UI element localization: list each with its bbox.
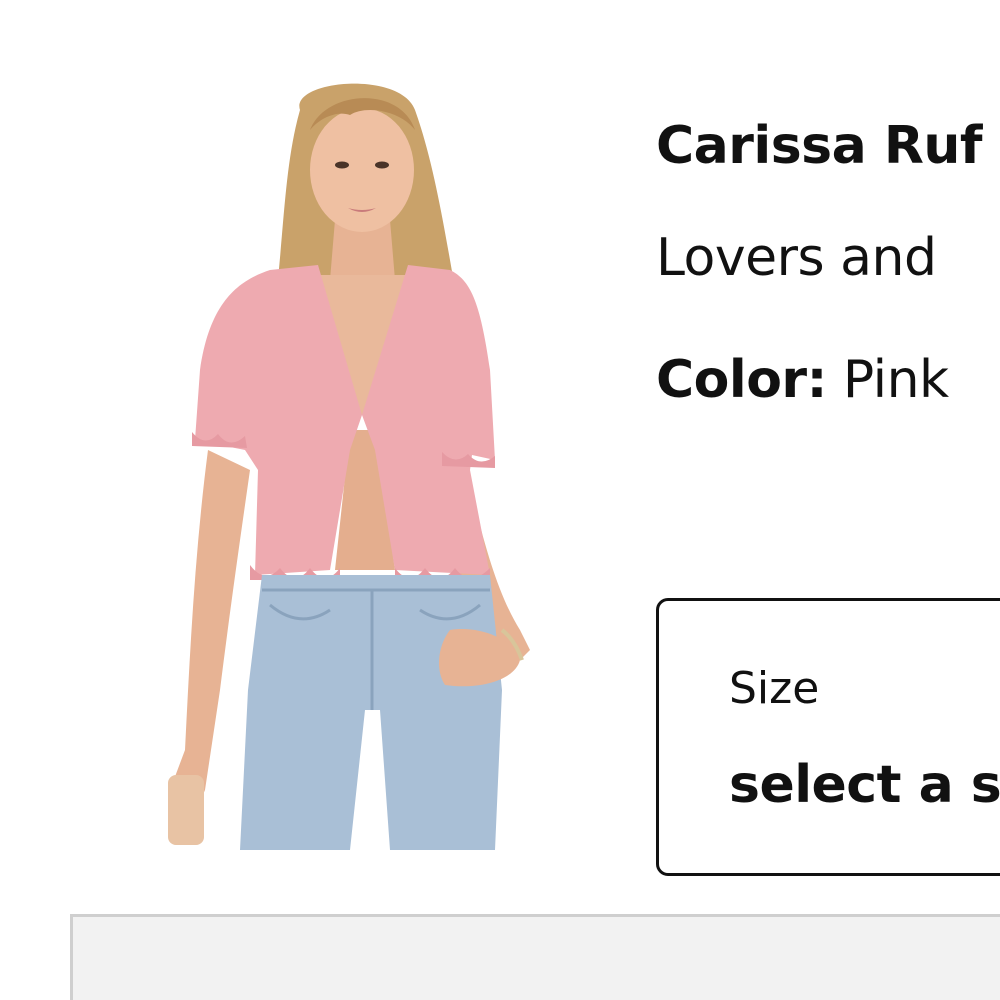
color-value: Pink — [842, 350, 949, 410]
left-eye — [335, 161, 349, 169]
product-title: Carissa Ruf — [656, 116, 983, 176]
right-eye — [375, 161, 389, 169]
product-color: Color: Pink — [656, 354, 949, 406]
size-label: Size — [729, 663, 820, 714]
face — [310, 108, 414, 232]
size-value: select a s — [729, 755, 1000, 815]
product-image[interactable] — [150, 70, 550, 850]
color-label: Color: — [656, 350, 827, 410]
size-select[interactable]: Size select a s — [656, 598, 1000, 876]
clutch — [168, 775, 204, 845]
product-page: Carissa Ruf Lovers and Color: Pink Size … — [0, 0, 1000, 1000]
left-arm — [170, 450, 250, 807]
bottom-panel — [70, 914, 1000, 1000]
product-brand[interactable]: Lovers and — [656, 232, 937, 284]
product-photo-illustration — [168, 83, 530, 850]
